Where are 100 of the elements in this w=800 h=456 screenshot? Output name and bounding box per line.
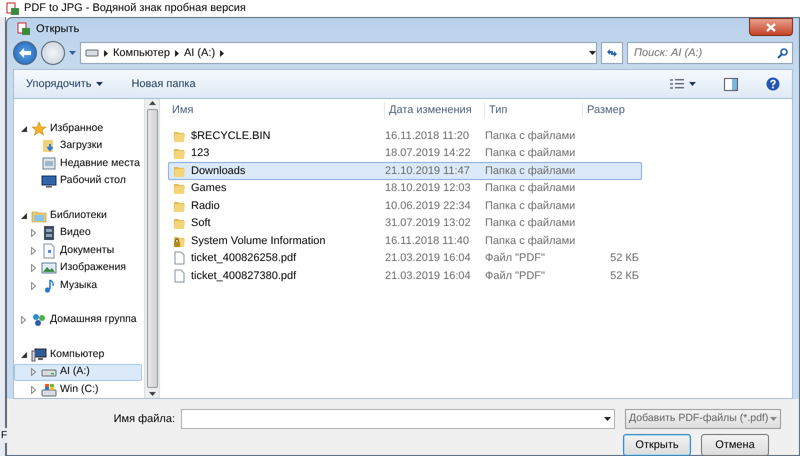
file-icon bbox=[173, 268, 186, 283]
date-text: 31.07.2019 13:02 bbox=[385, 217, 471, 229]
forward-button[interactable] bbox=[41, 41, 65, 65]
scroll-up-icon[interactable] bbox=[148, 101, 156, 105]
size-text: 52 КБ bbox=[610, 252, 639, 264]
date-text: 18.10.2019 12:03 bbox=[385, 182, 471, 194]
video-icon bbox=[41, 225, 57, 242]
dialog-title: Открыть bbox=[36, 22, 80, 37]
preview-pane-icon bbox=[724, 78, 738, 90]
date-text: 16.11.2018 11:20 bbox=[385, 130, 470, 142]
type-text: Файл "PDF" bbox=[485, 270, 545, 282]
chevron-icon bbox=[220, 50, 224, 56]
file-type-dropdown[interactable]: Добавить PDF-файлы (*.pdf) bbox=[625, 409, 781, 429]
breadcrumb[interactable]: AI (A:) bbox=[184, 44, 216, 62]
desktop-icon bbox=[41, 173, 57, 190]
date-text: 16.11.2018 11:40 bbox=[385, 234, 470, 246]
file-name: Games bbox=[191, 181, 226, 196]
nav-item[interactable]: Win (C:) bbox=[14, 381, 142, 398]
file-name: System Volume Information bbox=[191, 234, 326, 248]
recent-places-icon bbox=[41, 156, 57, 172]
new-folder-button[interactable]: Новая папка bbox=[127, 74, 200, 94]
file-name: ticket_400827380.pdf bbox=[191, 268, 296, 284]
search-field[interactable]: Поиск: AI (A:) bbox=[627, 42, 793, 64]
file-row[interactable]: System Volume Information 16.11.2018 11:40 Папка с файлами bbox=[168, 232, 642, 250]
nav-item[interactable]: Избранное bbox=[14, 120, 142, 138]
close-button[interactable] bbox=[749, 18, 793, 36]
nav-item[interactable]: AI (A:) bbox=[14, 364, 142, 381]
type-text: Папка с файлами bbox=[485, 200, 576, 212]
chevron-icon bbox=[174, 50, 179, 56]
dropdown-icon bbox=[69, 51, 76, 55]
chevron-icon bbox=[104, 50, 108, 56]
nav-item[interactable]: Домашняя группа bbox=[14, 312, 142, 329]
organize-button[interactable]: Упорядочить bbox=[22, 74, 108, 94]
size-text: 52 КБ bbox=[610, 270, 639, 282]
type-text: Папка с файлами bbox=[485, 217, 576, 229]
breadcrumb[interactable]: Компьютер bbox=[113, 44, 170, 62]
collapsed-icon bbox=[31, 282, 36, 290]
file-row[interactable]: ticket_400826258.pdf 21.03.2019 16:04 Файл "PDF" 52 КБ bbox=[168, 250, 642, 267]
filename-label: Имя файла: bbox=[112, 412, 175, 427]
file-row[interactable]: 123 18.07.2019 14:22 Папка с файлами bbox=[168, 144, 642, 162]
date-text: 21.03.2019 16:04 bbox=[385, 252, 471, 264]
nav-item[interactable]: Видео bbox=[14, 224, 142, 242]
back-button[interactable] bbox=[13, 41, 37, 65]
date-text: 10.06.2019 22:34 bbox=[385, 200, 471, 212]
file-name: 123 bbox=[191, 146, 210, 161]
nav-item[interactable]: Загрузки bbox=[14, 138, 142, 155]
date-text: 21.10.2019 11:47 bbox=[385, 164, 470, 176]
help-icon bbox=[766, 77, 780, 91]
nav-item[interactable]: Изображения bbox=[14, 260, 142, 277]
dropdown-icon bbox=[770, 417, 777, 421]
cancel-button[interactable]: Отмена bbox=[701, 434, 769, 456]
file-row[interactable]: Games 18.10.2019 12:03 Папка с файлами bbox=[168, 180, 642, 197]
nav-item[interactable]: Компьютер bbox=[14, 346, 142, 364]
open-button[interactable]: Открыть bbox=[623, 434, 691, 456]
address-field[interactable]: Компьютер AI (A:) bbox=[80, 42, 597, 64]
app-icon bbox=[17, 22, 31, 36]
drive-icon bbox=[41, 382, 57, 398]
file-row[interactable]: Soft 31.07.2019 13:02 Папка с файлами bbox=[168, 214, 642, 232]
file-name: $RECYCLE.BIN bbox=[191, 128, 270, 144]
type-text: Папка с файлами bbox=[485, 234, 576, 246]
file-icon bbox=[173, 251, 186, 266]
back-arrow-icon bbox=[18, 47, 32, 59]
nav-item[interactable]: Рабочий стол bbox=[14, 172, 142, 190]
file-row[interactable]: Radio 10.06.2019 22:34 Папка с файлами bbox=[168, 197, 642, 214]
nav-item[interactable]: Документы bbox=[14, 242, 142, 260]
refresh-button[interactable] bbox=[601, 42, 623, 64]
file-row[interactable]: Downloads 21.10.2019 11:47 Папка с файлами bbox=[168, 162, 642, 180]
collapsed-icon bbox=[31, 229, 36, 238]
collapsed-icon bbox=[21, 316, 26, 324]
refresh-icon bbox=[606, 48, 618, 58]
collapsed-icon bbox=[31, 386, 36, 394]
type-text: Папка с файлами bbox=[485, 164, 576, 176]
file-row[interactable]: ticket_400827380.pdf 21.03.2019 16:04 Файл "PDF" 52 КБ bbox=[168, 267, 642, 284]
type-text: Файл "PDF" bbox=[485, 252, 545, 264]
collapsed-icon bbox=[31, 264, 36, 272]
scroll-down-icon[interactable] bbox=[148, 392, 156, 396]
scrollbar[interactable] bbox=[144, 99, 159, 398]
folder-icon bbox=[173, 216, 186, 230]
filename-field[interactable] bbox=[181, 409, 615, 429]
file-row[interactable]: $RECYCLE.BIN 16.11.2018 11:20 Папка с файлами bbox=[168, 127, 642, 144]
close-icon bbox=[766, 22, 776, 32]
nav-item[interactable]: Недавние места bbox=[14, 155, 142, 172]
column-header[interactable]: Размер bbox=[582, 102, 652, 118]
column-header[interactable]: Имя bbox=[168, 102, 384, 118]
expanded-icon bbox=[20, 352, 26, 358]
nav-item[interactable]: Музыка bbox=[14, 277, 142, 294]
document-icon bbox=[41, 242, 57, 259]
image-icon bbox=[41, 260, 57, 276]
column-header[interactable]: Дата изменения bbox=[384, 102, 484, 118]
folder-icon bbox=[173, 146, 186, 160]
expanded-icon bbox=[20, 212, 26, 219]
collapsed-icon bbox=[31, 368, 36, 376]
drive-icon bbox=[85, 48, 99, 58]
homegroup-icon bbox=[31, 312, 47, 328]
star-icon bbox=[31, 120, 47, 137]
window-title: PDF to JPG - Водяной знак пробная версия bbox=[24, 1, 246, 16]
column-header[interactable]: Тип bbox=[484, 102, 582, 118]
nav-item[interactable]: Библиотеки bbox=[14, 207, 142, 224]
type-text: Папка с файлами bbox=[485, 147, 576, 159]
dropdown-icon bbox=[604, 417, 611, 421]
